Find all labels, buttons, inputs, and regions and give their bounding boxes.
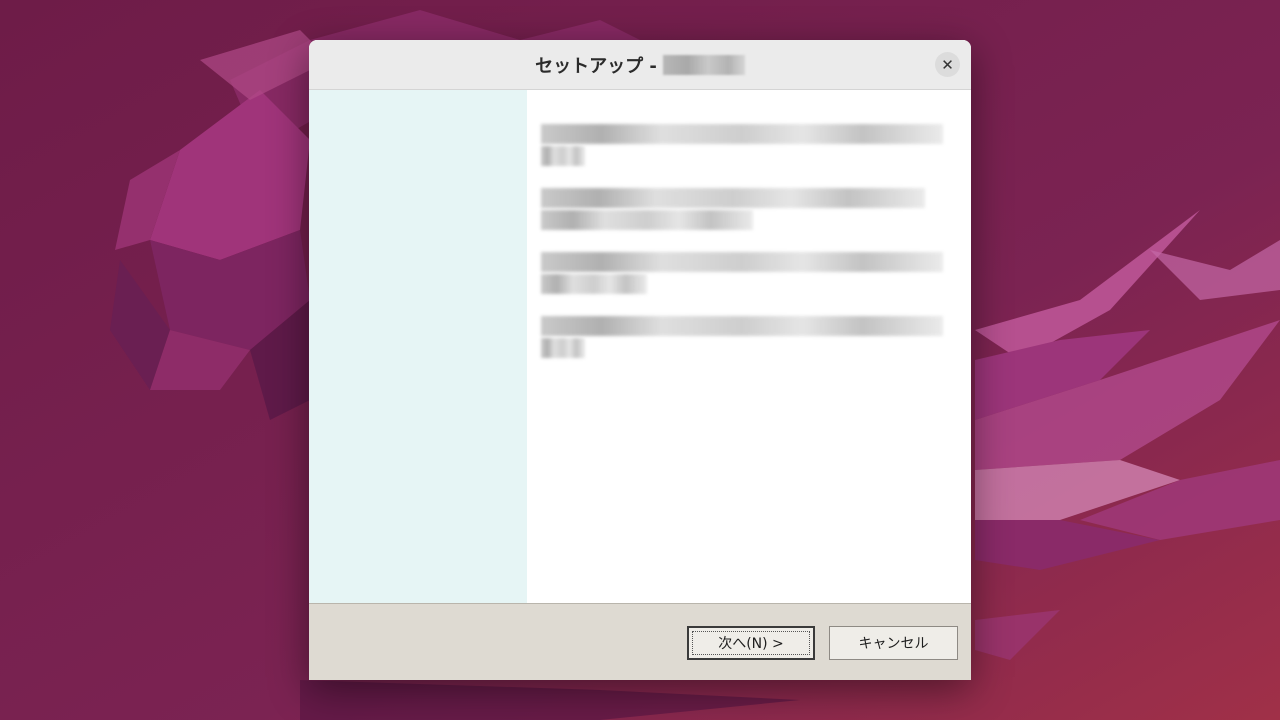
wizard-side-panel bbox=[309, 90, 527, 603]
redacted-text-line bbox=[541, 252, 943, 272]
cancel-button-label: キャンセル bbox=[858, 636, 929, 652]
redacted-text-line bbox=[541, 316, 943, 336]
next-button[interactable]: 次へ(N) > bbox=[687, 626, 815, 660]
redacted-text-line bbox=[541, 338, 585, 358]
redacted-text-line bbox=[541, 210, 753, 230]
close-button[interactable]: ✕ bbox=[935, 52, 960, 77]
redacted-text-line bbox=[541, 188, 925, 208]
focus-indicator bbox=[692, 631, 810, 655]
redacted-text-line bbox=[541, 146, 585, 166]
dialog-titlebar[interactable]: セットアップ - ✕ bbox=[309, 40, 971, 90]
close-icon: ✕ bbox=[941, 55, 954, 74]
cancel-button[interactable]: キャンセル bbox=[829, 626, 958, 660]
wizard-content bbox=[527, 90, 971, 603]
redacted-app-name bbox=[662, 54, 745, 75]
redacted-text-line bbox=[541, 124, 943, 144]
button-bar: 次へ(N) > キャンセル bbox=[309, 603, 971, 680]
dialog-title: セットアップ - bbox=[535, 55, 657, 77]
setup-dialog: セットアップ - ✕ 次へ(N) > キャンセル bbox=[309, 40, 971, 680]
redacted-text-line bbox=[541, 274, 647, 294]
